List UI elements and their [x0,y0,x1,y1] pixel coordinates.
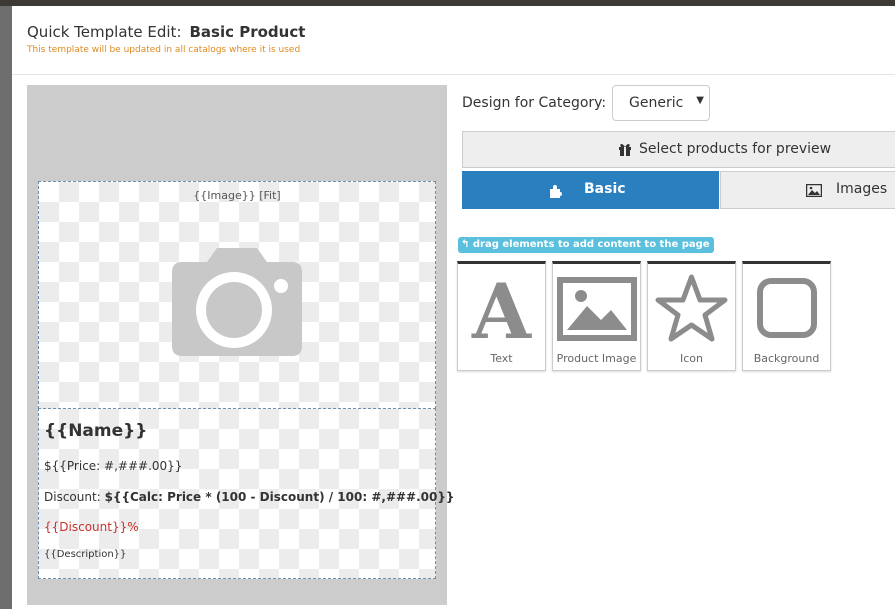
element-tile-label: Background [753,352,820,365]
quick-template-edit-modal: Quick Template Edit: Basic Product This t… [12,6,895,609]
category-label: Design for Category: [462,95,607,111]
title-prefix: Quick Template Edit: [27,23,182,41]
element-tile-label: Text [490,352,513,365]
caret-down-icon: ▼ [696,95,704,106]
drag-hint-text: drag elements to add content to the page [472,239,710,250]
rounded-square-icon [757,278,817,338]
element-tile-label: Icon [680,352,703,365]
image-icon [806,184,822,197]
product-price-field: ${{Price: #,###.00}} [44,459,183,473]
tab-images[interactable]: Images [720,171,895,209]
element-tile-product-image[interactable]: Product Image [552,261,641,371]
discount-percent-field: {{Discount}}% [44,520,139,534]
product-name-field: {{Name}} [44,421,148,441]
select-products-preview-button[interactable]: Select products for preview [462,131,895,168]
element-tile-background[interactable]: Background [742,261,831,371]
category-select[interactable]: Generic ▼ [612,85,710,121]
drag-hint-badge: ↰ drag elements to add content to the pa… [458,237,714,253]
camera-icon [172,248,302,356]
element-tile-label: Product Image [556,352,637,365]
discount-calc-field: ${{Calc: Price * (100 - Discount) / 100:… [104,490,455,504]
image-icon [557,277,637,341]
template-name: Basic Product [189,23,306,41]
modal-title: Quick Template Edit: Basic Product [27,23,305,41]
product-text-element[interactable]: {{Name}} ${{Price: #,###.00}} Discount: … [38,408,454,579]
discount-line: Discount: ${{Calc: Price * (100 - Discou… [44,490,454,504]
description-field: {{Description}} [44,549,127,560]
element-tile-text[interactable]: A Text [457,261,546,371]
gift-icon [619,143,631,156]
tab-basic-label: Basic [584,181,626,197]
tab-basic[interactable]: Basic [462,171,719,209]
image-placeholder-element[interactable]: {{Image}} [Fit] [38,181,436,409]
template-warning: This template will be updated in all cat… [27,45,301,55]
background-page [0,6,12,609]
modal-header: Quick Template Edit: Basic Product This t… [12,6,895,75]
letter-a-icon: A [471,272,532,344]
puzzle-icon [550,185,562,198]
category-select-value: Generic [629,95,684,111]
svg-text:A: A [471,272,532,344]
element-tile-icon[interactable]: Icon [647,261,736,371]
image-placeholder-label: {{Image}} [Fit] [193,189,281,202]
template-preview-canvas: {{Image}} [Fit] {{Name}} ${{Price: #,###… [27,85,454,605]
reply-arrow-icon: ↰ [461,239,470,250]
select-products-label: Select products for preview [639,141,832,157]
discount-label: Discount: [44,490,101,504]
star-icon [655,274,728,342]
tab-images-label: Images [836,181,888,197]
